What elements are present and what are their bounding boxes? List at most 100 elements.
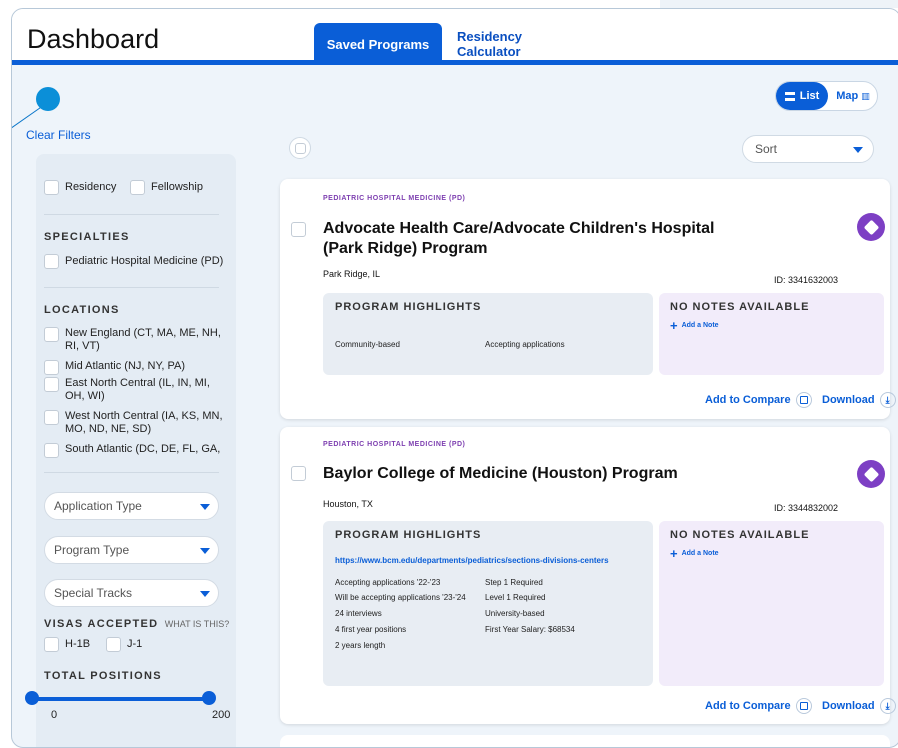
location-label: New England (CT, MA, ME, NH, RI, VT) [65,327,221,352]
program-badge-icon[interactable] [857,213,885,241]
location-filter-item[interactable]: South Atlantic (DC, DE, FL, GA, [44,443,224,458]
highlight-item: First Year Salary: $68534 [485,625,575,634]
location-checkbox[interactable] [44,327,59,342]
chevron-down-icon [200,548,210,554]
highlight-item: Accepting applications '22-'23 [335,578,441,587]
sort-select[interactable]: Sort [742,135,874,163]
map-view-button[interactable]: Map ▥ [828,82,878,110]
add-note-button[interactable]: + Add a Note [670,546,719,561]
highlight-item: Step 1 Required [485,578,543,587]
location-filter-item[interactable]: New England (CT, MA, ME, NH, RI, VT) [44,327,224,353]
tab-saved-programs[interactable]: Saved Programs [314,23,442,65]
program-select-checkbox[interactable] [291,466,306,481]
program-type-select[interactable]: Program Type [44,536,219,564]
application-type-value: Application Type [54,499,142,513]
location-filter-item[interactable]: West North Central (IA, KS, MN, MO, ND, … [44,410,224,436]
positions-slider-min-handle[interactable] [25,691,39,705]
list-view-label: List [799,90,820,102]
positions-max-label: 200 [212,709,231,721]
highlight-item: 4 first year positions [335,625,407,634]
highlight-item: Accepting applications [485,340,565,349]
page-title: Dashboard [27,24,160,54]
fellowship-filter[interactable]: Fellowship [130,180,203,195]
download-button[interactable]: Download ⤓ [822,698,896,714]
plus-icon: + [670,546,678,561]
j1-label: J-1 [127,638,143,650]
visa-filter-h1b[interactable]: H-1B [44,637,90,652]
sort-value: Sort [755,142,778,156]
program-badge-icon[interactable] [857,460,885,488]
specialties-heading: SPECIALTIES [44,231,130,243]
positions-slider-track[interactable] [32,697,210,701]
positions-slider-max-handle[interactable] [202,691,216,705]
add-note-button[interactable]: + Add a Note [670,319,719,332]
divider [44,287,219,288]
add-to-compare-label: Add to Compare [705,700,791,712]
residency-label: Residency [65,181,117,193]
app-window: Dashboard Saved Programs Residency Calcu… [11,8,898,748]
highlights-heading: PROGRAM HIGHLIGHTS [335,301,482,313]
add-note-label: Add a Note [681,322,719,329]
visas-help-link[interactable]: WHAT IS THIS? [165,619,230,629]
chevron-down-icon [200,591,210,597]
program-website-link[interactable]: https://www.bcm.edu/departments/pediatri… [335,556,609,565]
compare-icon [795,392,812,408]
compare-icon [795,698,812,714]
chevron-down-icon [200,504,210,510]
program-card: PEDIATRIC HOSPITAL MEDICINE (PD) Advocat… [280,179,896,419]
tour-hotspot-dot[interactable] [36,87,60,111]
location-label: South Atlantic (DC, DE, FL, GA, [65,443,221,455]
fellowship-checkbox[interactable] [130,180,145,195]
residency-checkbox[interactable] [44,180,59,195]
download-button[interactable]: Download ⤓ [822,392,896,408]
location-label: East North Central (IL, IN, MI, OH, WI) [65,377,210,402]
tab-residency-calculator[interactable]: Residency Calculator [457,23,587,65]
add-to-compare-label: Add to Compare [705,394,791,406]
add-to-compare-button[interactable]: Add to Compare [705,392,812,408]
program-name[interactable]: Advocate Health Care/Advocate Children's… [323,219,723,259]
download-label: Download [822,394,875,406]
location-filter-item[interactable]: Mid Atlantic (NJ, NY, PA) [44,360,224,375]
list-view-button[interactable]: List [776,82,828,110]
h1b-label: H-1B [65,638,91,650]
top-bar: Dashboard Saved Programs Residency Calcu… [12,9,898,65]
view-toggle: List Map ▥ [775,81,878,111]
program-highlights: PROGRAM HIGHLIGHTS https://www.bcm.edu/d… [323,521,653,686]
location-checkbox[interactable] [44,360,59,375]
location-filter-item[interactable]: East North Central (IL, IN, MI, OH, WI) [44,377,224,403]
program-type-value: Program Type [54,543,130,557]
location-label: West North Central (IA, KS, MN, MO, ND, … [65,410,223,435]
application-type-select[interactable]: Application Type [44,492,219,520]
program-notes: NO NOTES AVAILABLE + Add a Note [659,293,884,375]
visas-heading-label: VISAS ACCEPTED [44,618,159,630]
highlight-item: 2 years length [335,641,386,650]
total-positions-heading: TOTAL POSITIONS [44,670,162,682]
download-label: Download [822,700,875,712]
divider [44,472,219,473]
j1-checkbox[interactable] [106,637,121,652]
specialty-checkbox[interactable] [44,254,59,269]
select-all-checkbox-wrap[interactable] [289,137,311,159]
filter-sidebar: Residency Fellowship SPECIALTIES Pediatr… [36,154,236,747]
highlight-item: University-based [485,609,545,618]
map-icon: ▥ [861,90,870,101]
visa-filter-j1[interactable]: J-1 [106,637,142,652]
h1b-checkbox[interactable] [44,637,59,652]
residency-filter[interactable]: Residency [44,180,116,195]
clear-filters-link[interactable]: Clear Filters [26,128,91,142]
program-notes: NO NOTES AVAILABLE + Add a Note [659,521,884,686]
select-all-checkbox[interactable] [295,143,306,154]
program-name[interactable]: Baylor College of Medicine (Houston) Pro… [323,464,743,484]
program-highlights: PROGRAM HIGHLIGHTS Community-based Accep… [323,293,653,375]
chevron-down-icon [853,147,863,153]
add-to-compare-button[interactable]: Add to Compare [705,698,812,714]
highlight-item: Level 1 Required [485,593,546,602]
location-checkbox[interactable] [44,443,59,458]
specialty-label: Pediatric Hospital Medicine (PD) [65,255,224,267]
location-checkbox[interactable] [44,377,59,392]
specialty-filter-item[interactable]: Pediatric Hospital Medicine (PD) [44,254,223,269]
program-select-checkbox[interactable] [291,222,306,237]
download-icon: ⤓ [879,392,896,408]
special-tracks-select[interactable]: Special Tracks [44,579,219,607]
location-checkbox[interactable] [44,410,59,425]
